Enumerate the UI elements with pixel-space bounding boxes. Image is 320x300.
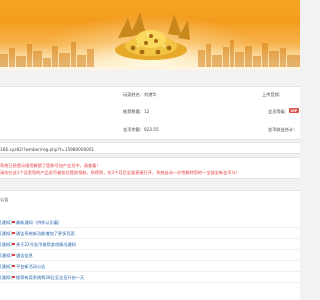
list-item[interactable]: [通知] 推荐有奖系统将28日至全员开启一天 <box>0 272 300 283</box>
notice-panel: 系统已经提示限您解锁了您账号加产会员中，请查看！ 请勿在这1个月里您的产品金币被… <box>0 157 300 179</box>
section-title: 公告 <box>0 197 9 202</box>
gold-coins-graphic <box>115 12 190 60</box>
list-item-category: [通知] <box>0 220 12 225</box>
list-item-category: [通知] <box>0 275 12 280</box>
list-item[interactable]: [通知] 最新通知（供你认识着） <box>0 217 300 228</box>
list-item[interactable]: [通知] 通告系统新功能增加了更多页面 <box>0 228 300 239</box>
list-item-category: [通知] <box>0 231 12 236</box>
list-item[interactable]: [通知] 平台新活动公告 <box>0 261 300 272</box>
notice-line-1: 系统已经提示限您解锁了您账号加产会员中，请查看！ <box>0 163 101 168</box>
recommend-value: 12 <box>143 109 150 114</box>
vip-badge: VIP <box>289 108 299 113</box>
list-item-title[interactable]: 推荐有奖系统将28日至全员开启一天 <box>16 275 84 281</box>
player-name-label: 玩家姓名： <box>123 92 144 97</box>
bullet-icon <box>12 220 15 224</box>
coin-balance-label: 金币余额： <box>123 127 144 132</box>
invite-link-panel: 166.xyz82/?wmber/reg.php?t=15980000001 <box>0 142 300 154</box>
bullet-icon <box>12 264 15 268</box>
list-item-title[interactable]: 关于22号金币推荐游戏情况通知 <box>16 242 76 248</box>
bullet-icon <box>12 231 15 235</box>
account-info-panel: 玩家姓名：刘港华 上传音频： 推荐数量：12 会员等级： VIP 金币余额：92… <box>0 86 300 140</box>
bullet-icon <box>12 253 15 257</box>
list-item[interactable]: [通知] 通告信息 <box>0 250 300 261</box>
coin-balance-value: 923.55 <box>143 127 159 132</box>
player-name: 玩家姓名：刘港华 <box>123 92 157 98</box>
list-item-title[interactable]: 平台新活动公告 <box>16 264 45 270</box>
notice-line-2: 请勿在这1个月里您的产品金币被各位提前领取，所得到，在3个月后全部直接打开，系统… <box>0 170 240 175</box>
list-item[interactable]: [通知] 关于22号金币推荐游戏情况通知 <box>0 239 300 250</box>
list-item-category: [通知] <box>0 253 12 258</box>
upload-audio-label: 上传音频： <box>262 92 283 97</box>
list-item-category: [通知] <box>0 242 12 247</box>
list-item-category: [通知] <box>0 264 12 269</box>
coin-balance: 金币余额：923.55 <box>123 127 159 133</box>
bullet-icon <box>12 275 15 279</box>
list-item-title[interactable]: 通告信息 <box>16 253 33 259</box>
player-name-value: 刘港华 <box>143 92 157 97</box>
bullet-icon <box>12 242 15 246</box>
coin-income-total-label: 金币收益合计： <box>268 127 298 132</box>
member-level-label: 会员等级： <box>268 109 289 114</box>
recommend-label: 推荐数量： <box>123 109 144 114</box>
list-item-title[interactable]: 最新通知（供你认识着） <box>16 220 62 226</box>
invite-link[interactable]: 166.xyz82/?wmber/reg.php?t=15980000001 <box>0 147 94 152</box>
header-banner <box>0 0 300 70</box>
list-item-title[interactable]: 通告系统新功能增加了更多页面 <box>16 231 75 237</box>
recommend-count: 推荐数量：12 <box>123 109 149 115</box>
news-list: 公告 [通知] 最新通知（供你认识着） [通知] 通告系统新功能增加了更多页面 … <box>0 190 300 300</box>
